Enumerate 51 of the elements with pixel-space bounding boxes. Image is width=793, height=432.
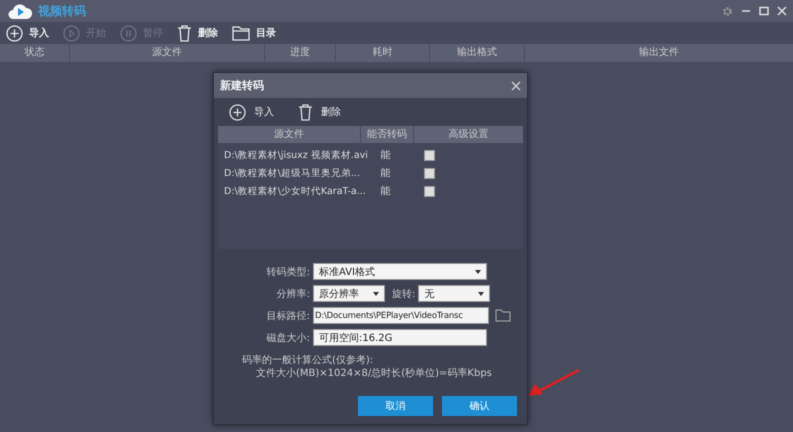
dialog-button[interactable]: 确认	[442, 396, 517, 416]
plus-icon	[229, 104, 246, 120]
toolbar-button[interactable]: 删除	[177, 24, 218, 42]
table-cell-text: 能	[380, 166, 392, 180]
plus-icon	[6, 24, 23, 42]
toolbar-button[interactable]: 目录	[232, 26, 276, 40]
folder-icon[interactable]	[495, 309, 511, 322]
maximize-icon[interactable]	[759, 6, 769, 16]
note-text: 码率的一般计算公式(仅参考):	[242, 354, 374, 367]
column-header: 源文件	[70, 44, 265, 62]
trash-icon	[298, 104, 313, 120]
toolbar-button[interactable]: 删除	[298, 104, 341, 120]
trash-icon	[177, 24, 192, 42]
dialog-title: 新建转码	[220, 78, 264, 93]
column-header: 耗时	[336, 44, 430, 62]
column-header: 高级设置	[448, 128, 490, 142]
close-icon[interactable]	[777, 6, 787, 16]
form-label: 转码类型:	[266, 266, 310, 278]
dialog-button[interactable]: 取消	[358, 396, 433, 416]
pause-icon	[120, 24, 137, 42]
note-text: 文件大小(MB)×1024×8/总时长(秒单位)=码率Kbps	[255, 367, 493, 380]
column-header: 输出文件	[638, 46, 680, 60]
close-icon[interactable]	[511, 80, 521, 90]
caret-icon	[373, 292, 379, 296]
toolbar-button[interactable]: 导入	[229, 104, 274, 120]
form-label: 分辨率:	[276, 288, 310, 300]
play-icon	[63, 24, 80, 42]
form-label: 旋转:	[392, 288, 416, 300]
checkbox[interactable]	[424, 168, 435, 178]
column-header: 状态	[0, 44, 70, 62]
window-title: 视频转码	[38, 2, 86, 20]
annotation-arrow	[525, 368, 581, 398]
toolbar-button[interactable]: 导入	[6, 24, 49, 42]
table-cell-text: D:\教程素材\少女时代KaraT-a...	[223, 184, 363, 198]
dropdown[interactable]: 无	[418, 285, 490, 302]
caret-icon	[475, 270, 481, 274]
caret-icon	[478, 292, 484, 296]
checkbox[interactable]	[424, 186, 435, 196]
form-label: 磁盘大小:	[266, 332, 310, 344]
dropdown[interactable]: 原分辨率	[313, 285, 385, 302]
cloud-play-logo-icon	[8, 2, 32, 20]
column-header: 输出格式	[430, 44, 525, 62]
checkbox[interactable]	[424, 150, 435, 160]
folder-icon	[232, 26, 250, 40]
form-label: 目标路径:	[266, 310, 310, 322]
table-cell-text: D:\教程素材\超级马里奥兄弟...	[223, 166, 361, 180]
dropdown[interactable]: 标准AVI格式	[313, 263, 487, 280]
input-field: 可用空间:16.2G	[313, 329, 487, 346]
table-cell-text: 能	[380, 184, 392, 198]
column-header: 进度	[265, 44, 336, 62]
input-field[interactable]: D:\Documents\PEPlayer\VideoTransc	[313, 307, 489, 324]
